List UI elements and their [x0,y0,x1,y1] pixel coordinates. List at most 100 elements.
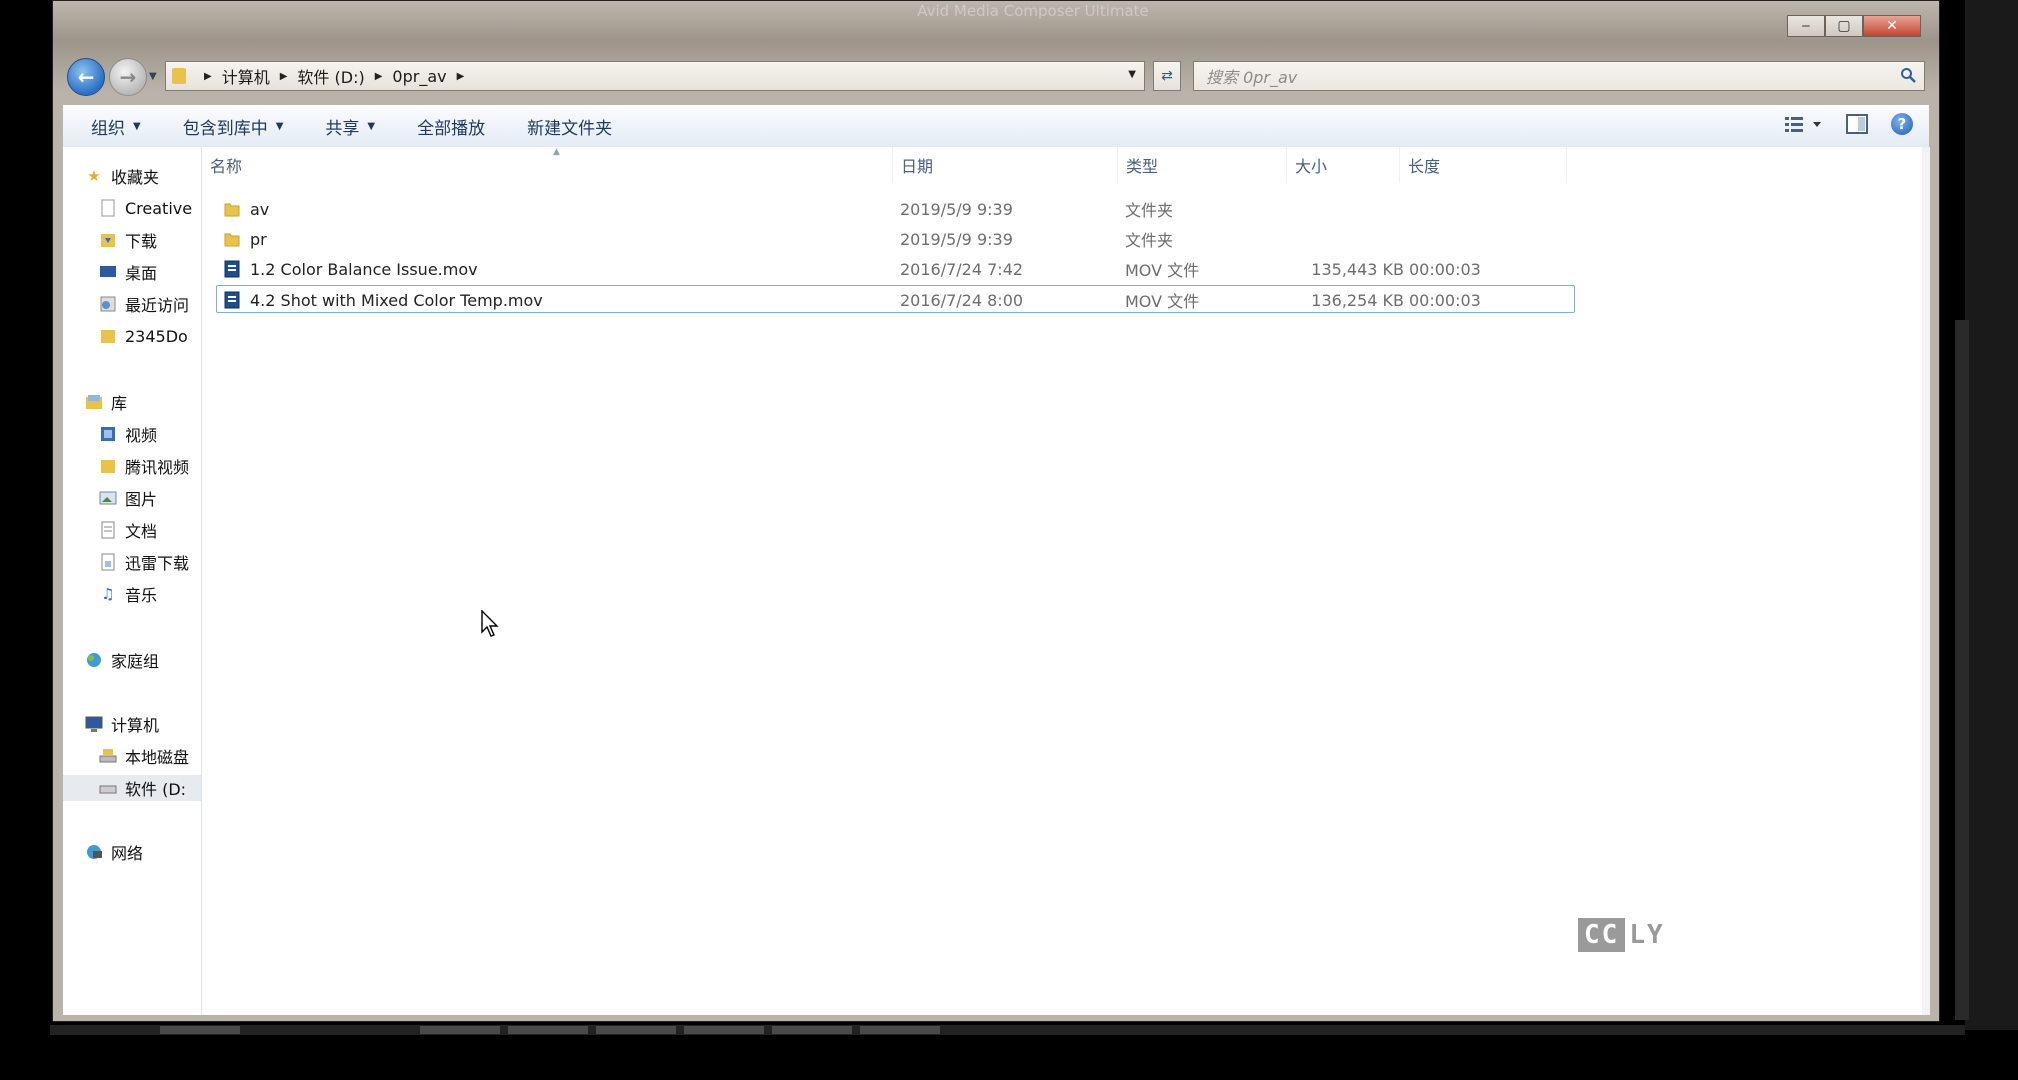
file-date: 2016/7/24 7:42 [900,259,1024,279]
nav-item-desktop[interactable]: 桌面 [99,259,157,285]
help-icon[interactable]: ? [1891,113,1913,135]
nav-item-thunder-downloads[interactable]: 迅雷下载 [99,549,189,575]
view-icon[interactable] [1783,113,1823,135]
breadcrumb-folder[interactable]: 0pr_av [392,67,446,86]
nav-item-videos[interactable]: 视频 [99,421,157,447]
nav-item-pictures[interactable]: 图片 [99,485,157,511]
watermark-box: CC [1578,918,1626,952]
table-row[interactable]: av 2019/5/9 9:39 文件夹 [216,195,1575,223]
taskbar-item[interactable] [684,1026,764,1034]
file-date: 2019/5/9 9:39 [900,199,1013,219]
picture-library-icon [99,489,117,507]
folder-icon [224,233,240,247]
file-name: 1.2 Color Balance Issue.mov [250,259,478,279]
nav-homegroup[interactable]: 家庭组 [85,647,159,673]
table-row[interactable]: pr 2019/5/9 9:39 文件夹 [216,225,1575,253]
play-all-button[interactable]: 全部播放 [417,114,485,139]
taskbar-item[interactable] [596,1026,676,1034]
arrow-right-icon: → [119,65,137,89]
nav-item-downloads[interactable]: 下载 [99,227,157,253]
nav-item-2345do[interactable]: 2345Do [99,323,188,349]
nav-computer-label: 计算机 [111,716,160,735]
search-icon[interactable] [1900,67,1916,83]
chevron-down-icon: ▼ [275,120,284,132]
preview-pane-icon[interactable] [1845,113,1869,135]
minimize-button[interactable]: ‒ [1787,15,1825,37]
file-name: pr [250,229,267,249]
address-dropdown-icon[interactable]: ▼ [1128,69,1136,80]
chevron-down-icon: ▼ [367,120,376,132]
share-menu[interactable]: 共享 ▼ [325,114,375,139]
nav-item-documents[interactable]: 文档 [99,517,157,543]
column-header-date[interactable]: 日期 [893,147,1118,183]
nav-item-creative[interactable]: Creative [99,195,192,221]
column-header-type[interactable]: 类型 [1118,147,1287,183]
breadcrumb-drive[interactable]: 软件 (D:) [297,64,364,88]
taskbar-item[interactable] [772,1026,852,1034]
close-button[interactable]: ✕ [1863,15,1921,37]
file-date: 2019/5/9 9:39 [900,229,1013,249]
back-button[interactable]: ← [67,58,105,96]
file-length: 00:00:03 [1409,290,1481,310]
forward-button[interactable]: → [109,58,147,96]
address-bar[interactable]: ▶ 计算机 ▶ 软件 (D:) ▶ 0pr_av ▶ ▼ [165,61,1145,91]
nav-libraries[interactable]: 库 [85,389,127,415]
nav-libraries-label: 库 [111,394,128,413]
share-label: 共享 [325,118,360,139]
library-icon [85,393,103,411]
nav-item-local-disk[interactable]: 本地磁盘 [99,743,189,769]
organize-menu[interactable]: 组织 ▼ [91,114,141,139]
column-header-length[interactable]: 长度 [1400,147,1567,183]
table-row-focused[interactable]: 4.2 Shot with Mixed Color Temp.mov 2016/… [216,285,1575,313]
search-input[interactable]: 搜索 0pr_av [1193,61,1925,91]
drive-icon [99,779,117,797]
column-header-size[interactable]: 大小 [1287,147,1400,183]
nav-item-label: 最近访问 [125,296,190,315]
homegroup-icon [85,651,103,669]
history-dropdown-icon[interactable]: ▼ [149,71,157,82]
maximize-button[interactable]: ▢ [1825,15,1863,37]
video-file-icon [224,291,240,309]
nav-item-music[interactable]: ♫ 音乐 [99,581,157,607]
recent-places-icon [99,295,117,313]
new-folder-button[interactable]: 新建文件夹 [527,114,612,139]
watermark-text: LY [1629,920,1665,950]
table-row[interactable]: 1.2 Color Balance Issue.mov 2016/7/24 7:… [216,255,1575,283]
include-in-library-menu[interactable]: 包含到库中 ▼ [183,114,284,139]
nav-item-recent[interactable]: 最近访问 [99,291,189,317]
taskbar-item[interactable] [860,1026,940,1034]
taskbar-item[interactable] [420,1026,500,1034]
breadcrumb-separator-icon[interactable]: ▶ [204,71,212,82]
content-scrollbar[interactable] [1922,147,1930,1015]
document-library-icon [99,521,117,539]
nav-item-label: 2345Do [125,326,188,346]
nav-item-label: 下载 [125,232,158,251]
new-folder-label: 新建文件夹 [527,118,613,139]
breadcrumb-computer[interactable]: 计算机 [222,64,270,88]
nav-item-tencent-video[interactable]: 腾讯视频 [99,453,189,479]
nav-item-label: 音乐 [125,586,158,605]
column-header-name[interactable]: 名称 [202,147,893,183]
breadcrumb-separator-icon[interactable]: ▶ [280,71,288,82]
column-length-label: 长度 [1408,157,1441,176]
refresh-button[interactable]: ⇄ [1153,61,1181,91]
watermark-logo: CC LY [1578,918,1665,952]
nav-item-label: 桌面 [125,264,158,283]
file-type: MOV 文件 [1125,292,1200,311]
taskbar-item[interactable] [508,1026,588,1034]
breadcrumb-separator-icon[interactable]: ▶ [375,71,383,82]
sort-ascending-icon: ▲ [553,147,560,157]
column-size-label: 大小 [1295,157,1328,176]
taskbar-strip [50,1025,1965,1035]
network-icon [85,843,103,861]
nav-favorites[interactable]: ★ 收藏夹 [85,163,159,189]
nav-computer[interactable]: 计算机 [85,711,159,737]
organize-label: 组织 [91,118,125,139]
background-app-edge [1965,0,2018,1030]
nav-item-label: 软件 (D: [125,780,187,799]
video-file-icon [224,260,240,278]
taskbar-item[interactable] [160,1026,240,1034]
nav-item-drive-d[interactable]: 软件 (D: [63,775,201,801]
breadcrumb-separator-icon[interactable]: ▶ [457,71,465,82]
nav-network[interactable]: 网络 [85,839,143,865]
